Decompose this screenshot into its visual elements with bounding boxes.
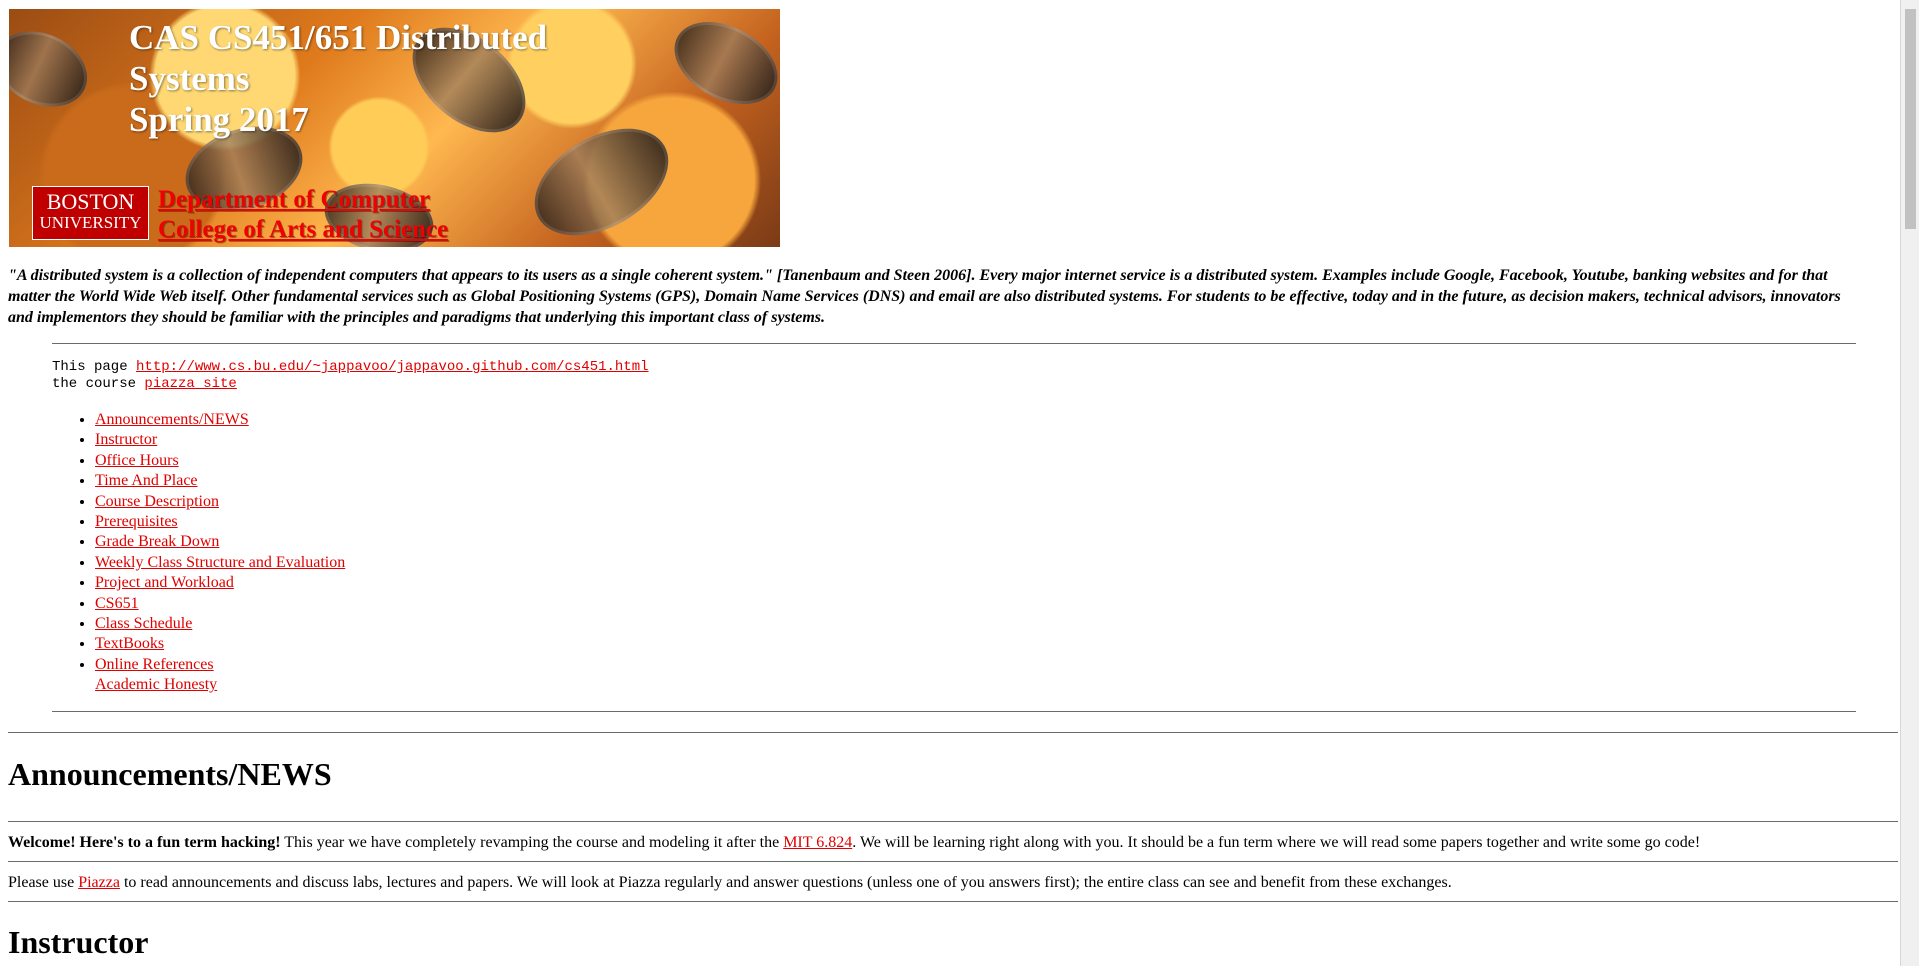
- welcome-bold-text: Welcome! Here's to a fun term hacking!: [8, 834, 281, 851]
- scrollbar-thumb[interactable]: [1905, 9, 1916, 229]
- logo-line: UNIVERSITY: [39, 213, 142, 232]
- welcome-paragraph: Welcome! Here's to a fun term hacking! T…: [8, 833, 1888, 853]
- toc-item: Announcements/NEWS: [95, 410, 345, 430]
- toc-link-course-description[interactable]: Course Description: [95, 493, 219, 510]
- toc-item: Course Description: [95, 492, 345, 512]
- toc-item: Office Hours: [95, 451, 345, 471]
- toc-item: Time And Place: [95, 471, 345, 491]
- piazza-text: Please use: [8, 874, 79, 891]
- toc-item: Weekly Class Structure and Evaluation: [95, 553, 345, 573]
- course-banner-image: CAS CS451/651 Distributed Systems Spring…: [9, 9, 780, 247]
- banner-title-line: Systems: [129, 59, 250, 98]
- this-page-label: This page: [52, 359, 128, 375]
- piazza-site-link[interactable]: piazza site: [144, 376, 236, 392]
- banner-title: CAS CS451/651 Distributed Systems Spring…: [129, 17, 547, 140]
- toc-link-academic-honesty[interactable]: Academic Honesty: [95, 676, 217, 693]
- toc-item: Prerequisites: [95, 512, 345, 532]
- section-heading-announcements: Announcements/NEWS: [8, 756, 332, 792]
- vertical-scrollbar[interactable]: [1900, 0, 1919, 966]
- piazza-text: to read announcements and discuss labs, …: [119, 874, 1452, 891]
- toc-link-class-schedule[interactable]: Class Schedule: [95, 615, 192, 632]
- toc-item: Class Schedule: [95, 614, 345, 634]
- course-label: the course: [52, 376, 137, 392]
- toc-link-online-references[interactable]: Online References: [95, 656, 214, 673]
- page-links: This page http://www.cs.bu.edu/~jappavoo…: [52, 359, 649, 393]
- toc-item: Academic Honesty: [95, 675, 345, 695]
- table-of-contents: Announcements/NEWS Instructor Office Hou…: [77, 410, 345, 696]
- page: CAS CS451/651 Distributed Systems Spring…: [0, 0, 1900, 966]
- toc-item: CS651: [95, 594, 345, 614]
- horizontal-rule: [8, 861, 1898, 862]
- toc-link-cs651[interactable]: CS651: [95, 595, 139, 612]
- toc-link-project-and-workload[interactable]: Project and Workload: [95, 574, 234, 591]
- toc-link-announcements[interactable]: Announcements/NEWS: [95, 411, 249, 428]
- banner-title-line: Spring 2017: [129, 100, 309, 139]
- piazza-link[interactable]: Piazza: [78, 874, 120, 891]
- toc-link-prerequisites[interactable]: Prerequisites: [95, 513, 178, 530]
- college-name[interactable]: College of Arts and Science: [158, 215, 448, 245]
- this-page-url-link[interactable]: http://www.cs.bu.edu/~jappavoo/jappavoo.…: [136, 359, 648, 375]
- bee-illustration: [9, 17, 100, 121]
- piazza-paragraph: Please use Piazza to read announcements …: [8, 873, 1888, 893]
- boston-university-logo: BOSTON UNIVERSITY: [32, 186, 149, 240]
- toc-link-weekly-class-structure[interactable]: Weekly Class Structure and Evaluation: [95, 554, 345, 571]
- horizontal-rule: [8, 821, 1898, 822]
- toc-link-time-and-place[interactable]: Time And Place: [95, 472, 198, 489]
- horizontal-rule: [8, 732, 1898, 733]
- department-link[interactable]: Department of Computer College of Arts a…: [158, 185, 448, 245]
- toc-link-grade-break-down[interactable]: Grade Break Down: [95, 533, 219, 550]
- horizontal-rule: [52, 343, 1856, 344]
- toc-item: Project and Workload: [95, 573, 345, 593]
- toc-item: Grade Break Down: [95, 532, 345, 552]
- toc-link-office-hours[interactable]: Office Hours: [95, 452, 179, 469]
- mit-6824-link[interactable]: MIT 6.824: [783, 834, 852, 851]
- course-intro: "A distributed system is a collection of…: [8, 267, 1841, 326]
- horizontal-rule: [8, 901, 1898, 902]
- toc-link-instructor[interactable]: Instructor: [95, 431, 157, 448]
- toc-item: TextBooks: [95, 634, 345, 654]
- department-name[interactable]: Department of Computer: [158, 185, 448, 215]
- toc-link-textbooks[interactable]: TextBooks: [95, 635, 164, 652]
- welcome-text: This year we have completely revamping t…: [280, 834, 784, 851]
- section-heading-instructor: Instructor: [8, 924, 149, 960]
- toc-item: Instructor: [95, 430, 345, 450]
- horizontal-rule: [52, 711, 1856, 712]
- toc-item: Online References: [95, 655, 345, 675]
- logo-line: BOSTON: [46, 189, 135, 214]
- banner-title-line: CAS CS451/651 Distributed: [129, 18, 548, 57]
- welcome-text: . We will be learning right along with y…: [852, 834, 1701, 851]
- bee-illustration: [660, 9, 780, 121]
